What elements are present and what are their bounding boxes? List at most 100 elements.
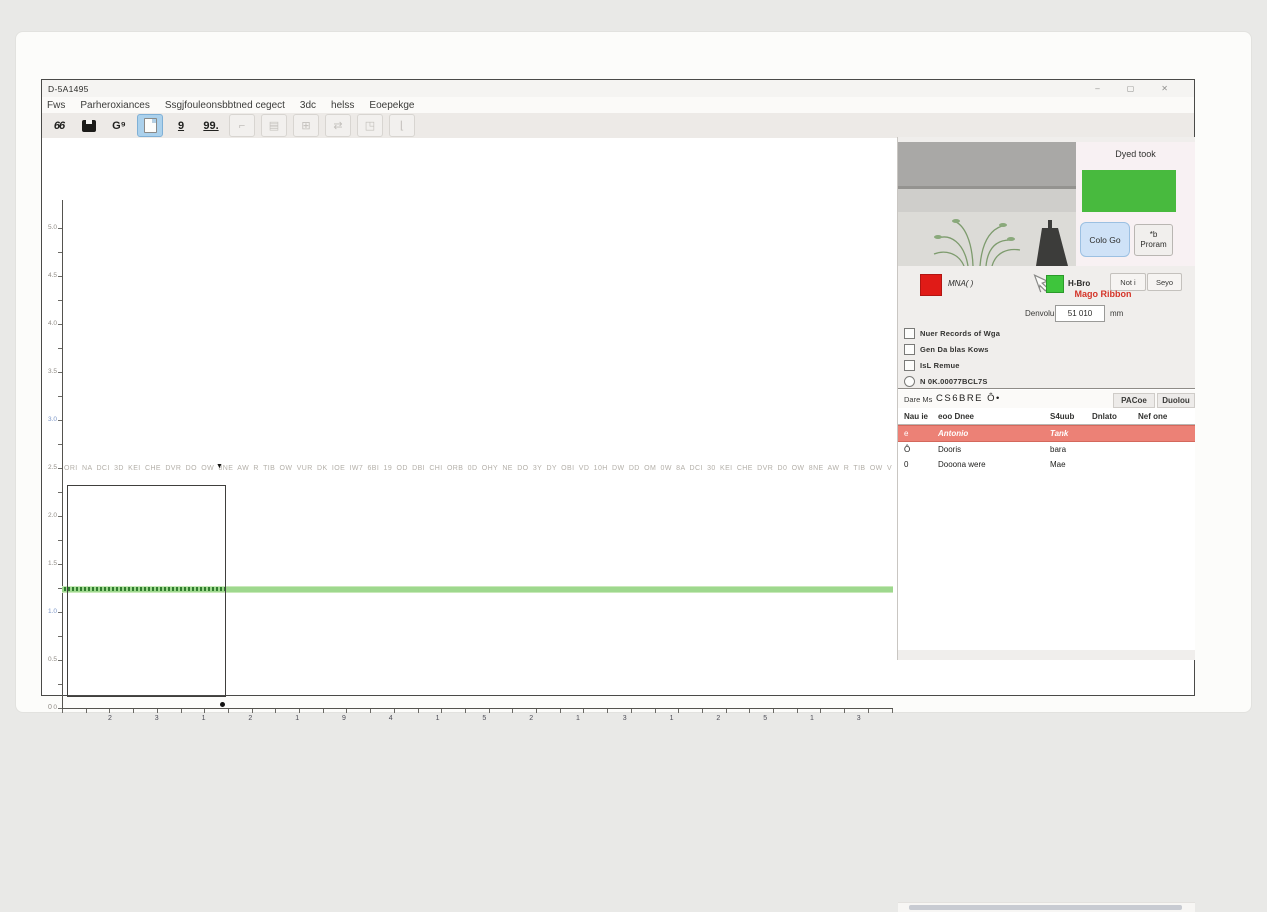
pointer-tool: ⌐ xyxy=(229,114,255,137)
y-tick xyxy=(58,492,62,493)
diameter-input[interactable]: 51 010 xyxy=(1055,305,1105,322)
y-tick xyxy=(58,444,62,445)
checkbox[interactable] xyxy=(904,344,915,355)
settings-tool[interactable]: G⁹ xyxy=(107,115,131,136)
checkbox-row-0[interactable]: Nuer Records of Wga xyxy=(904,325,1000,341)
panel-bottom-strip xyxy=(897,660,1194,695)
x-tick xyxy=(418,709,419,713)
menu-item-4[interactable]: helss xyxy=(331,100,354,111)
digit-tool-glyph: 9 xyxy=(178,120,184,132)
y-tick xyxy=(58,228,62,229)
axes-tool-glyph: ⌊ xyxy=(400,119,404,132)
digit-tool[interactable]: 9 xyxy=(169,115,193,136)
x-tick xyxy=(536,709,537,713)
red-swatch-label: MNA( ) xyxy=(948,279,973,288)
x-tick xyxy=(181,709,182,713)
y-tick xyxy=(58,516,62,517)
checkbox-row-2[interactable]: IsL Remue xyxy=(904,357,1000,373)
close-button[interactable]: ✕ xyxy=(1161,84,1168,93)
primary-action-button[interactable]: Colo Go xyxy=(1080,222,1130,257)
y-tick xyxy=(58,636,62,637)
selection-rectangle[interactable] xyxy=(67,485,226,697)
checkbox-row-3[interactable]: N 0K.00077BCL7S xyxy=(904,373,1000,389)
save-tool[interactable] xyxy=(77,115,101,136)
x-tick xyxy=(512,709,513,713)
x-tick-label: 2 xyxy=(529,715,533,722)
table-cell: Ô xyxy=(904,442,938,457)
menu-bar: Fws Parheroxiances Ssgjfouleonsbbtned cege… xyxy=(42,97,1194,114)
x-tick-label: 3 xyxy=(155,715,159,722)
settings-tool-glyph: G⁹ xyxy=(112,120,126,132)
axes-tool: ⌊ xyxy=(389,114,415,137)
table-cell xyxy=(1138,442,1195,457)
detected-color-swatch xyxy=(1082,170,1176,212)
counter-tool[interactable]: 99. xyxy=(199,115,223,136)
table-header-cell[interactable]: eoo Dnee xyxy=(938,409,1050,424)
title-bar: D-5A1495 – ▢ ✕ xyxy=(42,80,1194,98)
x-tick xyxy=(820,709,821,713)
y-axis-line xyxy=(62,200,63,709)
x-tick xyxy=(109,709,110,713)
menu-item-1[interactable]: Parheroxiances xyxy=(80,100,149,111)
minimize-button[interactable]: – xyxy=(1095,84,1099,93)
checkbox-row-1[interactable]: Gen Da blas Kows xyxy=(904,341,1000,357)
y-tick xyxy=(58,684,62,685)
menu-item-3[interactable]: 3dc xyxy=(300,100,316,111)
table-cell xyxy=(1138,457,1195,472)
y-tick xyxy=(58,348,62,349)
x-tick xyxy=(204,709,205,713)
x-tick xyxy=(892,709,893,713)
menu-item-2[interactable]: Ssgjfouleonsbbtned cegect xyxy=(165,100,285,111)
table-cell: Dooris xyxy=(938,442,1050,457)
lamp-shape xyxy=(1036,228,1068,266)
x-tick-label: 9 xyxy=(342,715,346,722)
duplicate-button[interactable]: Duolou xyxy=(1157,393,1195,408)
crop-tool-glyph: ◳ xyxy=(365,119,375,132)
radio-button[interactable] xyxy=(904,376,915,387)
table-row[interactable]: ÔDoorisbara xyxy=(898,442,1195,457)
x-tick xyxy=(275,709,276,713)
y-tick xyxy=(58,564,62,565)
secondary-button-line2: Proram xyxy=(1140,240,1166,250)
menu-item-5[interactable]: Eoepekge xyxy=(369,100,414,111)
menu-item-0[interactable]: Fws xyxy=(47,100,65,111)
checkbox[interactable] xyxy=(904,360,915,371)
scrollbar-thumb[interactable] xyxy=(909,905,1182,910)
counter-tool-glyph: 99. xyxy=(203,120,218,132)
x-tick xyxy=(797,709,798,713)
checkbox[interactable] xyxy=(904,328,915,339)
maximize-button[interactable]: ▢ xyxy=(1127,84,1135,93)
y-tick xyxy=(58,396,62,397)
table-cell: bara xyxy=(1050,442,1092,457)
open-tool[interactable]: 66 xyxy=(47,115,71,136)
x-tick xyxy=(868,709,869,713)
floppy-icon xyxy=(82,120,96,132)
checkbox-label: IsL Remue xyxy=(920,361,960,370)
table-header-cell[interactable]: Nau ie xyxy=(904,409,938,424)
table-row[interactable]: eAntonioTank xyxy=(898,425,1195,442)
x-tick xyxy=(702,709,703,713)
table-header-cell[interactable]: Dnlato xyxy=(1092,409,1138,424)
table-cell: Mae xyxy=(1050,457,1092,472)
table-cell xyxy=(1092,457,1138,472)
secondary-action-button[interactable]: *b Proram xyxy=(1134,224,1173,256)
table-header-cell[interactable]: Nef one xyxy=(1138,409,1195,424)
x-tick xyxy=(299,709,300,713)
file-name-value: CS6BRE Ô• xyxy=(936,393,1001,404)
x-tick xyxy=(583,709,584,713)
y-tick xyxy=(58,372,62,373)
horizontal-scrollbar[interactable] xyxy=(898,902,1195,912)
capture-tool[interactable] xyxy=(137,114,163,137)
table-header-cell[interactable]: S4uub xyxy=(1050,409,1092,424)
red-color-swatch[interactable] xyxy=(920,274,942,296)
x-axis-line xyxy=(62,708,893,709)
x-tick xyxy=(844,709,845,713)
plot-area[interactable]: 5.04.54.03.53.02.52.01.51.00.50 23121941… xyxy=(42,138,897,694)
open-tool-glyph: 66 xyxy=(54,120,64,132)
file-bar: Dare Ms CS6BRE Ô• PACoe Duolou xyxy=(898,390,1195,408)
table-row[interactable]: 0Dooona wereMae xyxy=(898,457,1195,472)
secondary-button-line1: *b xyxy=(1150,230,1158,240)
x-tick xyxy=(655,709,656,713)
pause-button[interactable]: PACoe xyxy=(1113,393,1155,408)
x-tick xyxy=(773,709,774,713)
